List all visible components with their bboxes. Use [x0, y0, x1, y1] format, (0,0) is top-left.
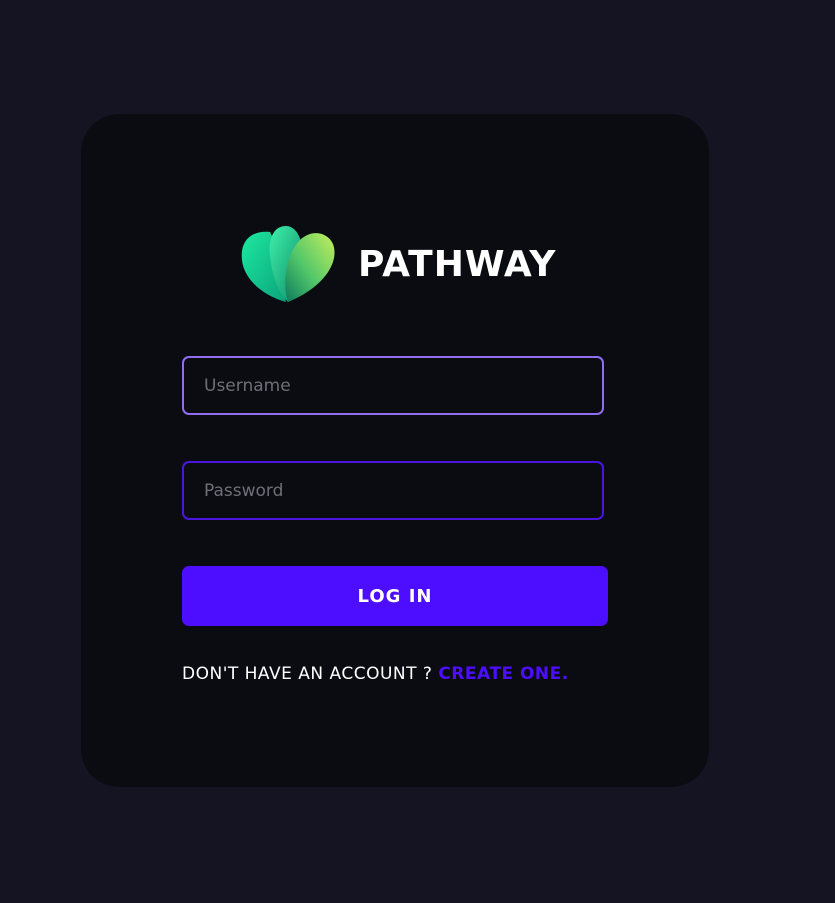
- password-input[interactable]: [182, 461, 604, 520]
- brand-header: PATHWAY: [240, 224, 556, 306]
- brand-name: PATHWAY: [358, 244, 557, 285]
- login-card: PATHWAY LOG IN DON'T HAVE AN ACCOUNT ? C…: [81, 114, 709, 787]
- signup-prompt-text: DON'T HAVE AN ACCOUNT ?: [182, 664, 439, 684]
- create-account-link[interactable]: CREATE ONE.: [438, 664, 568, 684]
- leaf-logo-icon: [241, 226, 335, 302]
- login-button[interactable]: LOG IN: [182, 566, 608, 626]
- signup-prompt: DON'T HAVE AN ACCOUNT ? CREATE ONE.: [182, 664, 622, 684]
- username-input[interactable]: [182, 356, 604, 415]
